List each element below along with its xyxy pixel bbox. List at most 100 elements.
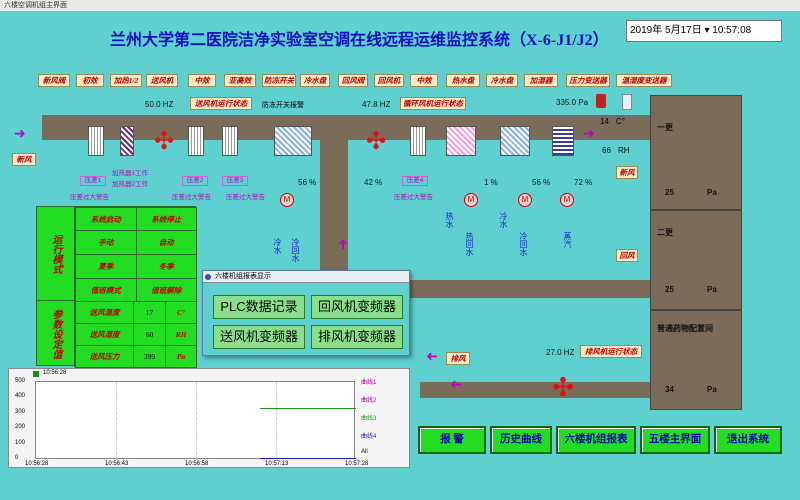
trend-legend-item[interactable]: 曲线1: [361, 377, 376, 386]
medium-filter: [188, 126, 204, 156]
trend-y-tick: 200: [15, 424, 26, 431]
return-fan-inverter-button[interactable]: 回风机变频器: [311, 295, 403, 319]
thermo-hygro-icon: [622, 94, 632, 110]
plc-record-button[interactable]: PLC数据记录: [213, 295, 305, 319]
diff-pressure-4: 压差4: [402, 176, 428, 186]
component-tag-9: 回风机: [374, 74, 404, 87]
param-value-temp[interactable]: 17: [132, 301, 167, 324]
trend-legend-item[interactable]: 曲线2: [361, 395, 376, 404]
fresh-air-label: 新风: [12, 153, 36, 166]
sub-hepa-filter: [222, 126, 238, 156]
auto-button[interactable]: 自动: [135, 230, 197, 255]
component-tag-15: 温湿度变送器: [616, 74, 672, 87]
room-1-name: 一更: [657, 123, 673, 132]
room-3-pressure: 34: [665, 385, 674, 394]
cold-water-coil: [274, 126, 312, 156]
popup-titlebar: 六楼机组报表显示: [203, 271, 409, 283]
fresh-air-right-label: 新风: [616, 166, 638, 179]
alarm-button[interactable]: 报 警: [418, 426, 486, 454]
param-table: 送风温度 17 C° 送风湿度 60 RH 送风压力 399 Pa: [75, 301, 197, 368]
diff-alarm-4: 压差过大警告: [394, 194, 433, 201]
system-stop-button[interactable]: 系统停止: [135, 207, 197, 231]
trend-y-tick: 0: [15, 455, 19, 461]
component-tag-8: 回风阀: [338, 74, 368, 87]
param-unit-hum: RH: [165, 323, 197, 346]
component-tag-2: 加热1/2: [110, 74, 142, 87]
system-start-button[interactable]: 系统启动: [75, 207, 137, 231]
component-tag-14: 压力变送器: [566, 74, 610, 87]
return-fan-icon[interactable]: ✣: [362, 128, 390, 156]
param-label: 参数设定值: [37, 301, 75, 367]
heater1-status: 加热器1工作: [112, 170, 149, 177]
hot-water-label: 热水: [445, 212, 454, 228]
valve-4-icon[interactable]: M: [560, 193, 574, 207]
exhaust-fan-icon[interactable]: ✣: [548, 372, 578, 402]
return-valve-pct: 42 %: [364, 178, 383, 187]
duty-mode-button[interactable]: 值班模式: [75, 278, 137, 302]
valve-1-icon[interactable]: M: [280, 193, 294, 207]
room-2-name: 二更: [657, 228, 673, 237]
trend-x-tick: 10:56:58: [185, 461, 209, 467]
param-value-press[interactable]: 399: [132, 345, 167, 368]
valve-2-icon[interactable]: M: [464, 193, 478, 207]
exhaust-fan-inverter-button[interactable]: 排风机变频器: [311, 325, 403, 349]
return-air-right-label: 回风: [616, 249, 638, 262]
trend-x-tick: 10:56:28: [25, 461, 49, 467]
room-2-pressure: 25: [665, 285, 674, 294]
param-unit-temp: C°: [165, 301, 197, 324]
heater-coil: [120, 126, 134, 156]
exit-system-button[interactable]: 退出系统: [714, 426, 782, 454]
cold-water-label-2: 冷水: [499, 212, 508, 228]
component-tag-4: 中效: [188, 74, 216, 87]
datetime-picker[interactable]: 2019年 5月17日 ▾ 10:57:08: [626, 20, 782, 42]
duty-cancel-button[interactable]: 值班解除: [135, 278, 197, 302]
room-3-unit: Pa: [707, 385, 717, 394]
primary-filter: [88, 126, 104, 156]
trend-legend-item[interactable]: 曲线4: [361, 431, 376, 440]
trend-y-tick: 400: [15, 393, 26, 400]
supply-fan-inverter-button[interactable]: 送风机变频器: [213, 325, 305, 349]
component-tag-0: 新风阀: [38, 74, 70, 87]
popup-title: 六楼机组报表显示: [215, 273, 271, 280]
valve-3-icon[interactable]: M: [518, 193, 532, 207]
component-tag-5: 亚高效: [224, 74, 256, 87]
trend-x-tick: 10:56:43: [105, 461, 129, 467]
fifth-floor-main-button[interactable]: 五楼主界面: [640, 426, 710, 454]
trend-chart[interactable]: 10:56:28 500 400 300 200 100 0 10:56:28 10:56:…: [8, 368, 410, 468]
diff-alarm-1: 压差过大警告: [70, 194, 109, 201]
param-value-hum[interactable]: 60: [132, 323, 167, 346]
exhaust-fan-freq: 27.0 HZ: [546, 348, 575, 357]
exhaust-arrow-icon: ➜: [426, 349, 438, 365]
room-1-pressure: 25: [665, 188, 674, 197]
mode-table: 系统启动 系统停止 手动 自动 夏季 冬季 值班模式 值班解除: [75, 207, 197, 302]
diff-alarm-2: 压差过大警告: [172, 194, 211, 201]
winter-button[interactable]: 冬季: [135, 254, 197, 279]
component-tag-6: 防冻开关: [262, 74, 296, 87]
room-1: 一更 25 Pa: [650, 95, 742, 210]
trend-y-tick: 300: [15, 408, 26, 415]
room-3-name: 普通药物配置间: [657, 324, 713, 333]
history-curve-button[interactable]: 历史曲线: [490, 426, 552, 454]
exhaust-out-arrow-icon: ➜: [450, 377, 462, 393]
freeze-alarm-label: 防冻开关报警: [262, 102, 304, 109]
trend-x-tick: 10:57:28: [345, 461, 369, 467]
run-mode-label: 运行模式: [37, 207, 75, 301]
trend-y-tick: 500: [15, 378, 26, 384]
component-tag-7: 冷水盘: [300, 74, 330, 87]
summer-button[interactable]: 夏季: [75, 254, 137, 279]
trend-legend-item[interactable]: All: [361, 449, 368, 455]
pressure-transmitter-value: 335.0 Pa: [556, 98, 589, 107]
trend-series-line-2: [260, 458, 356, 459]
trend-start-time: 10:56:28: [43, 370, 67, 376]
return-fan-freq: 47.8 HZ: [362, 100, 391, 109]
up-arrow-icon: ➜: [334, 238, 351, 251]
component-tag-1: 初效: [76, 74, 104, 87]
manual-button[interactable]: 手动: [75, 230, 137, 255]
supply-fan-icon[interactable]: ✣: [150, 128, 178, 156]
trend-plot-area: [35, 381, 356, 460]
hot-return-label: 热回水: [465, 232, 474, 256]
component-tag-10: 中效: [410, 74, 438, 87]
component-tag-12: 冷水盘: [486, 74, 518, 87]
trend-legend-item[interactable]: 曲线3: [361, 413, 376, 422]
sixth-floor-report-button[interactable]: 六楼机组报表: [556, 426, 636, 454]
